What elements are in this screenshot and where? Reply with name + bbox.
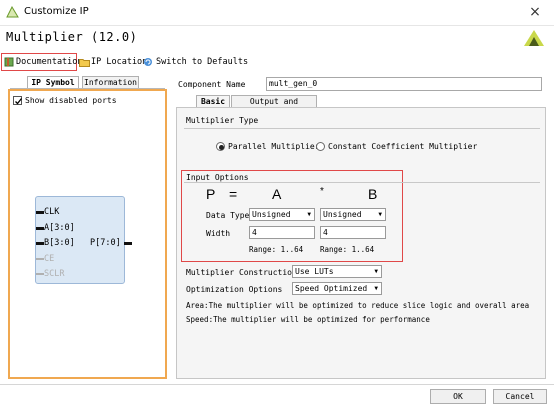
symbol-a: A [272, 186, 282, 202]
constant-coefficient-radio[interactable] [316, 142, 325, 151]
multiplier-construction-select[interactable]: Use LUTs ▼ [292, 265, 382, 278]
documentation-button[interactable]: Documentation [16, 55, 83, 69]
refresh-icon [143, 57, 153, 67]
speed-note: Speed:The multiplier will be optimized f… [186, 315, 430, 324]
show-disabled-ports-label: Show disabled ports [25, 96, 117, 105]
port-clk: CLK [44, 207, 60, 217]
cancel-button[interactable]: Cancel [493, 389, 547, 404]
app-icon [6, 5, 19, 18]
b-width-range: Range: 1..64 [320, 245, 375, 254]
book-icon [4, 57, 14, 67]
b-data-type-value: Unsigned [323, 210, 362, 219]
pin-b [36, 242, 44, 245]
multiplier-construction-value: Use LUTs [295, 267, 334, 276]
symbol-b: B [368, 186, 378, 202]
component-name-label: Component Name [178, 80, 246, 89]
pin-a [36, 227, 44, 230]
multiplier-construction-label: Multiplier Construction [186, 268, 297, 277]
constant-coefficient-label: Constant Coefficient Multiplier [328, 142, 478, 151]
window-title: Customize IP [24, 6, 89, 17]
chevron-down-icon: ▼ [374, 268, 378, 275]
multiplier-type-title: Multiplier Type [186, 116, 259, 125]
ok-button[interactable]: OK [430, 389, 486, 404]
width-label: Width [206, 229, 231, 238]
footer-divider [0, 384, 554, 385]
chevron-down-icon: ▼ [307, 211, 311, 218]
chevron-down-icon: ▼ [374, 285, 378, 292]
symbol-p: P [206, 186, 216, 202]
show-disabled-ports-checkbox[interactable] [13, 96, 23, 105]
component-name-input[interactable]: mult_gen_0 [266, 77, 542, 91]
input-options-title: Input Options [186, 173, 249, 182]
ip-title: Multiplier (12.0) [6, 30, 138, 44]
multiplier-type-divider [184, 128, 540, 129]
a-width-input[interactable]: 4 [249, 226, 315, 239]
port-b: B[3:0] [44, 238, 75, 248]
pin-ce [36, 258, 44, 260]
port-a: A[3:0] [44, 223, 75, 233]
pin-sclr [36, 273, 44, 275]
parallel-multiplier-radio[interactable] [216, 142, 225, 151]
vivado-logo-icon [522, 28, 546, 48]
ip-location-button[interactable]: IP Location [91, 55, 147, 69]
a-data-type-select[interactable]: Unsigned ▼ [249, 208, 315, 221]
b-data-type-select[interactable]: Unsigned ▼ [320, 208, 386, 221]
a-data-type-value: Unsigned [252, 210, 291, 219]
optimization-options-label: Optimization Options [186, 285, 283, 294]
a-width-range: Range: 1..64 [249, 245, 304, 254]
folder-icon [79, 57, 90, 67]
b-width-input[interactable]: 4 [320, 226, 386, 239]
switch-to-defaults-button[interactable]: Switch to Defaults [156, 55, 248, 69]
symbol-equals: = [229, 186, 238, 202]
parallel-multiplier-label: Parallel Multiplier [228, 142, 320, 151]
close-icon[interactable]: × [522, 2, 548, 22]
optimization-options-value: Speed Optimized [295, 284, 368, 293]
symbol-times: * [320, 186, 324, 197]
chevron-down-icon: ▼ [378, 211, 382, 218]
pin-clk [36, 211, 44, 214]
port-ce: CE [44, 254, 55, 264]
area-note: Area:The multiplier will be optimized to… [186, 301, 530, 310]
port-p: P[7:0] [90, 238, 121, 248]
pin-p [124, 242, 132, 245]
port-sclr: SCLR [44, 269, 65, 279]
input-options-divider [184, 182, 540, 183]
optimization-options-select[interactable]: Speed Optimized ▼ [292, 282, 382, 295]
data-type-label: Data Type [206, 211, 250, 220]
